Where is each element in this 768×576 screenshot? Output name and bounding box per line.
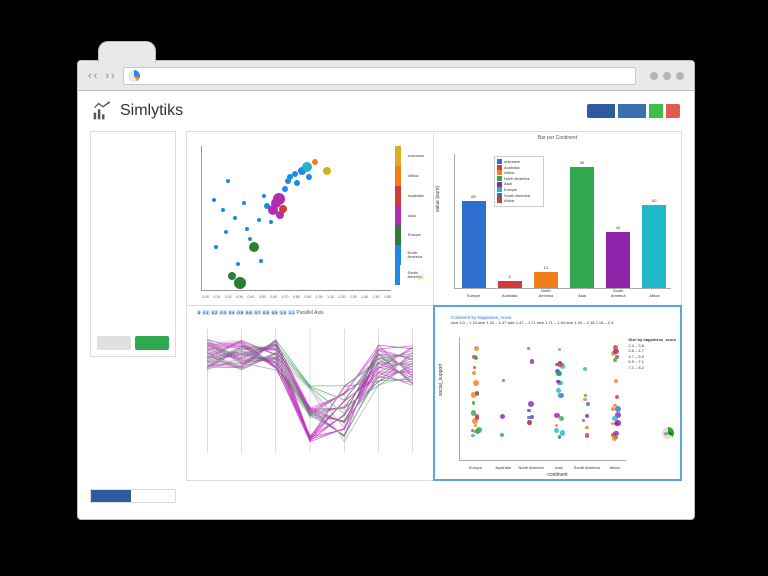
filter-clear-button[interactable] [97, 336, 131, 350]
progress-pie-icon[interactable]: 39% [662, 427, 674, 439]
scatter-point [245, 227, 249, 231]
scatter-point [257, 218, 261, 222]
scatter-point [306, 174, 312, 180]
scatter-point [273, 193, 285, 205]
scatter-point [221, 208, 225, 212]
favicon-icon [128, 70, 140, 82]
chart-grid: 0.000.100.200.300.400.500.600.700.800.90… [186, 131, 682, 481]
chart-parallel[interactable]: 00.10.20.30.40.50.60.70.80.91.01.1 Paral… [187, 306, 434, 480]
scatter-point [269, 220, 273, 224]
bar-North America: 12 [534, 272, 558, 288]
scatter-point [242, 201, 246, 205]
bar-Asia: 90 [570, 167, 594, 288]
filter-apply-button[interactable] [135, 336, 169, 350]
hint-bulb-icon[interactable]: ☀ [415, 271, 427, 285]
color-mode-chips[interactable] [587, 104, 680, 118]
scatter-point [294, 180, 300, 186]
scatter-point [279, 205, 287, 213]
chart-strip[interactable]: Continent by happiness_score size 1.0 – … [433, 305, 682, 481]
scatter-point [234, 277, 246, 289]
url-bar[interactable] [123, 67, 636, 85]
bar-ylabel: value (sum) [435, 185, 441, 211]
filter-panel [90, 131, 176, 357]
chip-blue-1[interactable] [587, 104, 615, 118]
chart-scatter[interactable]: 0.000.100.200.300.400.500.600.700.800.90… [187, 132, 434, 306]
parallel-badges: 00.10.20.30.40.50.60.70.80.91.01.1 [197, 310, 296, 315]
scatter-point [312, 159, 318, 165]
range-slider[interactable] [90, 489, 176, 503]
scatter-point [248, 237, 252, 241]
bar-title: Bar per Continent [434, 132, 681, 141]
app-header: Simlytiks [78, 91, 694, 127]
chip-blue-2[interactable] [618, 104, 646, 118]
scatter-point [259, 259, 263, 263]
browser-tab[interactable] [98, 41, 156, 63]
chart-bar[interactable]: Bar per Continent value (sum) 65Europe5A… [434, 132, 681, 306]
scatter-point [262, 194, 266, 198]
strip-xlabel: continent [547, 472, 567, 478]
strip-ylabel: social_support [438, 364, 444, 396]
bar-legend: unknownAustraliaAfricaNorth AmericaAsiaE… [494, 156, 544, 207]
browser-window: ‹‹ ›› Simlytiks [77, 60, 695, 520]
scatter-point [214, 245, 218, 249]
chip-red[interactable] [666, 104, 680, 118]
bar-Australia: 5 [498, 281, 522, 288]
range-slider-fill [91, 490, 131, 502]
scatter-point [212, 198, 216, 202]
window-menu-dots[interactable] [650, 72, 684, 80]
bar-Europe: 65 [462, 201, 486, 288]
strip-color-legend: Continent by happiness_score size 1.0 – … [451, 315, 620, 325]
scatter-point [282, 186, 288, 192]
scatter-point [224, 230, 228, 234]
bar-South America: 42 [606, 232, 630, 288]
scatter-point [236, 262, 240, 266]
bar-Africa: 62 [642, 205, 666, 288]
dashboard-content: 0.000.100.200.300.400.500.600.700.800.90… [90, 131, 682, 507]
app-title: Simlytiks [120, 102, 183, 120]
scatter-point [323, 167, 331, 175]
scatter-point [302, 162, 312, 172]
scatter-point [249, 242, 259, 252]
nav-forward-icon[interactable]: ›› [105, 70, 116, 82]
parallel-title: Parallel Axis [296, 310, 323, 316]
browser-toolbar: ‹‹ ›› [78, 61, 694, 91]
chip-green[interactable] [649, 104, 663, 118]
scatter-point [233, 216, 237, 220]
scatter-point [226, 179, 230, 183]
nav-back-icon[interactable]: ‹‹ [88, 70, 99, 82]
app-logo-icon [92, 101, 112, 121]
strip-size-legend: Size by happiness_score2.4 – 3.63.6 – 4.… [628, 337, 676, 371]
scatter-point [292, 171, 298, 177]
